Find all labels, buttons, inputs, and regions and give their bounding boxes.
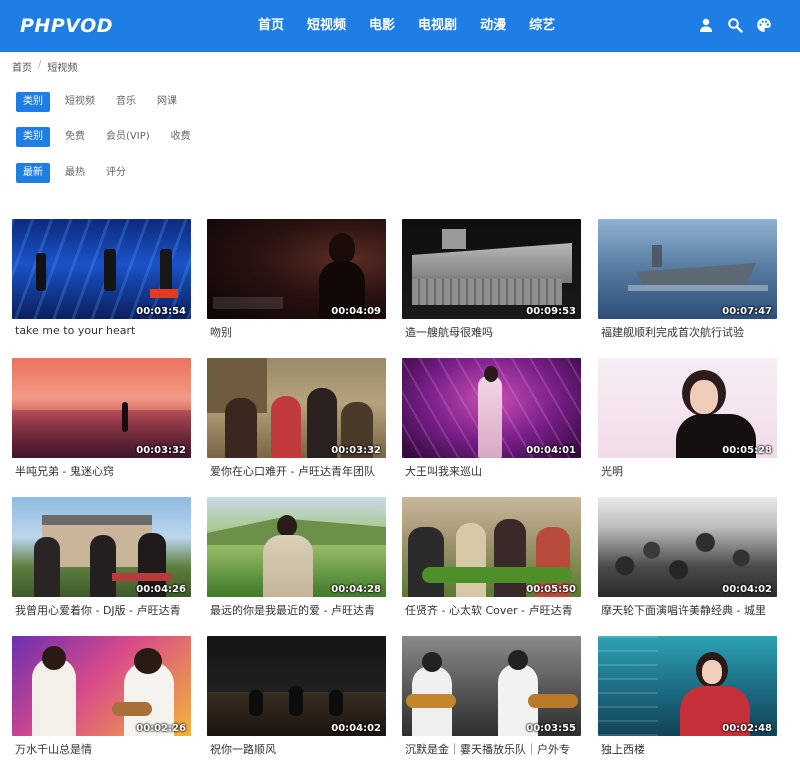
video-title[interactable]: take me to your heart bbox=[12, 324, 191, 337]
video-title[interactable]: 最远的你是我最近的爱 - 卢旺达青 bbox=[207, 602, 386, 618]
video-title[interactable]: 摩天轮下面演唱许美静经典 - 城里 bbox=[598, 602, 777, 618]
video-title[interactable]: 任贤齐 - 心太软 Cover - 卢旺达青 bbox=[402, 602, 581, 618]
video-thumbnail[interactable]: 00:03:32 bbox=[12, 358, 191, 458]
video-card[interactable]: 00:03:55 沉默是金｜霎天播放乐队｜户外专 bbox=[402, 636, 581, 757]
filter-chip-active[interactable]: 类别 bbox=[16, 127, 50, 147]
video-duration: 00:07:47 bbox=[722, 306, 772, 317]
video-card[interactable]: 00:04:28 最远的你是我最近的爱 - 卢旺达青 bbox=[207, 497, 386, 618]
video-card[interactable]: 00:02:26 万水千山总是情 bbox=[12, 636, 191, 757]
video-title[interactable]: 半吨兄弟 - 鬼迷心窍 bbox=[12, 463, 191, 479]
breadcrumb-current: 短视频 bbox=[47, 63, 78, 74]
video-thumbnail[interactable]: 00:05:28 bbox=[598, 358, 777, 458]
video-thumbnail[interactable]: 00:05:50 bbox=[402, 497, 581, 597]
user-icon[interactable] bbox=[698, 17, 714, 33]
nav-item-variety[interactable]: 综艺 bbox=[529, 0, 555, 52]
video-duration: 00:05:50 bbox=[526, 584, 576, 595]
top-navbar: PHPVOD 首页 短视频 电影 电视剧 动漫 综艺 bbox=[0, 0, 800, 52]
filter-chip[interactable]: 会员(VIP) bbox=[106, 127, 150, 147]
video-card[interactable]: 00:04:01 大王叫我来巡山 bbox=[402, 358, 581, 479]
video-duration: 00:03:54 bbox=[136, 306, 186, 317]
main-nav: 首页 短视频 电影 电视剧 动漫 综艺 bbox=[258, 0, 578, 52]
video-thumbnail[interactable]: 00:09:53 bbox=[402, 219, 581, 319]
video-thumbnail[interactable]: 00:04:09 bbox=[207, 219, 386, 319]
video-thumbnail[interactable]: 00:07:47 bbox=[598, 219, 777, 319]
video-thumbnail[interactable]: 00:02:48 bbox=[598, 636, 777, 736]
video-card[interactable]: 00:03:54 take me to your heart bbox=[12, 219, 191, 337]
breadcrumb-home[interactable]: 首页 bbox=[12, 59, 32, 74]
video-title[interactable]: 光明 bbox=[598, 463, 777, 479]
nav-item-movie[interactable]: 电影 bbox=[369, 0, 395, 52]
video-thumbnail[interactable]: 00:04:02 bbox=[598, 497, 777, 597]
filter-chip[interactable]: 短视频 bbox=[65, 92, 95, 112]
video-thumbnail[interactable]: 00:03:54 bbox=[12, 219, 191, 319]
video-duration: 00:02:26 bbox=[136, 723, 186, 734]
video-duration: 00:09:53 bbox=[526, 306, 576, 317]
video-title[interactable]: 独上西楼 bbox=[598, 741, 777, 757]
video-title[interactable]: 福建舰顺利完成首次航行试验 bbox=[598, 324, 777, 340]
video-card[interactable]: 00:05:28 光明 bbox=[598, 358, 777, 479]
video-duration: 00:04:28 bbox=[331, 584, 381, 595]
video-card[interactable]: 00:04:26 我曾用心爱着你 - DJ版 - 卢旺达青 bbox=[12, 497, 191, 618]
video-card[interactable]: 00:03:32 半吨兄弟 - 鬼迷心窍 bbox=[12, 358, 191, 479]
video-thumbnail[interactable]: 00:04:02 bbox=[207, 636, 386, 736]
video-title[interactable]: 沉默是金｜霎天播放乐队｜户外专 bbox=[402, 741, 581, 757]
search-icon[interactable] bbox=[727, 17, 743, 33]
video-title[interactable]: 我曾用心爱着你 - DJ版 - 卢旺达青 bbox=[12, 602, 191, 618]
filter-chip[interactable]: 网课 bbox=[157, 92, 177, 112]
video-card[interactable]: 00:04:02 祝你一路顺风 bbox=[207, 636, 386, 757]
video-thumbnail[interactable]: 00:03:32 bbox=[207, 358, 386, 458]
video-duration: 00:03:32 bbox=[331, 445, 381, 456]
nav-item-home[interactable]: 首页 bbox=[258, 0, 284, 52]
video-title[interactable]: 祝你一路顺风 bbox=[207, 741, 386, 757]
video-duration: 00:04:26 bbox=[136, 584, 186, 595]
filter-chip[interactable]: 评分 bbox=[106, 163, 126, 183]
video-card[interactable]: 00:04:02 摩天轮下面演唱许美静经典 - 城里 bbox=[598, 497, 777, 618]
video-duration: 00:03:32 bbox=[136, 445, 186, 456]
video-duration: 00:02:48 bbox=[722, 723, 772, 734]
video-card[interactable]: 00:03:32 爱你在心口难开 - 卢旺达青年团队 bbox=[207, 358, 386, 479]
filter-chip[interactable]: 收费 bbox=[171, 127, 191, 147]
video-thumbnail[interactable]: 00:04:26 bbox=[12, 497, 191, 597]
video-duration: 00:03:55 bbox=[526, 723, 576, 734]
video-duration: 00:04:09 bbox=[331, 306, 381, 317]
filter-row-category: 类别 短视频 音乐 网课 bbox=[16, 92, 198, 112]
video-card[interactable]: 00:09:53 造一艘航母很难吗 bbox=[402, 219, 581, 340]
filter-chip[interactable]: 最热 bbox=[65, 163, 85, 183]
nav-item-short-video[interactable]: 短视频 bbox=[307, 0, 346, 52]
nav-item-tv-series[interactable]: 电视剧 bbox=[418, 0, 457, 52]
video-duration: 00:05:28 bbox=[722, 445, 772, 456]
site-logo[interactable]: PHPVOD bbox=[20, 15, 113, 37]
palette-icon[interactable] bbox=[756, 17, 772, 33]
video-title[interactable]: 大王叫我来巡山 bbox=[402, 463, 581, 479]
nav-item-anime[interactable]: 动漫 bbox=[480, 0, 506, 52]
video-card[interactable]: 00:07:47 福建舰顺利完成首次航行试验 bbox=[598, 219, 777, 340]
video-duration: 00:04:02 bbox=[722, 584, 772, 595]
video-card[interactable]: 00:02:48 独上西楼 bbox=[598, 636, 777, 757]
video-title[interactable]: 造一艘航母很难吗 bbox=[402, 324, 581, 340]
breadcrumb: 首页 / 短视频 bbox=[12, 59, 77, 74]
video-duration: 00:04:02 bbox=[331, 723, 381, 734]
video-duration: 00:04:01 bbox=[526, 445, 576, 456]
video-thumbnail[interactable]: 00:04:28 bbox=[207, 497, 386, 597]
filter-chip[interactable]: 音乐 bbox=[116, 92, 136, 112]
filter-chip[interactable]: 免费 bbox=[65, 127, 85, 147]
filter-row-price: 类别 免费 会员(VIP) 收费 bbox=[16, 127, 212, 147]
video-card[interactable]: 00:04:09 吻别 bbox=[207, 219, 386, 340]
video-title[interactable]: 爱你在心口难开 - 卢旺达青年团队 bbox=[207, 463, 386, 479]
breadcrumb-separator: / bbox=[38, 59, 42, 70]
filter-chip-active[interactable]: 最新 bbox=[16, 163, 50, 183]
filter-row-sort: 最新 最热 评分 bbox=[16, 163, 147, 183]
video-title[interactable]: 吻别 bbox=[207, 324, 386, 340]
video-card[interactable]: 00:05:50 任贤齐 - 心太软 Cover - 卢旺达青 bbox=[402, 497, 581, 618]
video-thumbnail[interactable]: 00:04:01 bbox=[402, 358, 581, 458]
video-title[interactable]: 万水千山总是情 bbox=[12, 741, 191, 757]
filter-chip-active[interactable]: 类别 bbox=[16, 92, 50, 112]
video-thumbnail[interactable]: 00:02:26 bbox=[12, 636, 191, 736]
video-thumbnail[interactable]: 00:03:55 bbox=[402, 636, 581, 736]
